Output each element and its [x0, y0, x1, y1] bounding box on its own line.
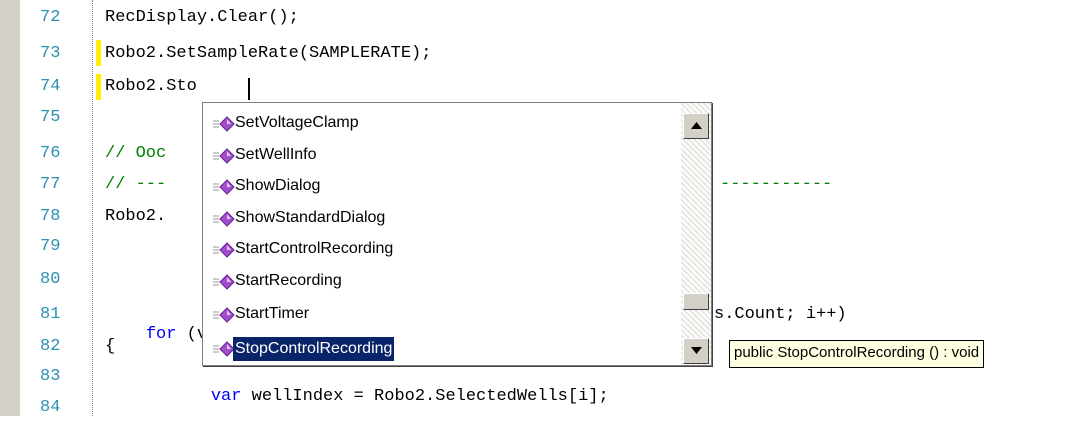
- change-marker: [96, 40, 101, 66]
- completion-item[interactable]: SetWellInfo: [209, 143, 679, 169]
- keyword-var: var: [210, 387, 242, 406]
- popup-scrollbar[interactable]: [681, 103, 711, 365]
- code-line-78[interactable]: Robo2.: [105, 207, 166, 227]
- method-icon: [213, 179, 235, 195]
- code-line-82[interactable]: {: [105, 337, 115, 357]
- method-icon: [213, 307, 235, 323]
- line-number: 72: [40, 8, 61, 27]
- signature-tooltip: public StopControlRecording () : void: [729, 340, 985, 368]
- completion-label: SetWellInfo: [235, 146, 317, 163]
- completion-label: ShowStandardDialog: [235, 209, 386, 226]
- editor-margin: [0, 0, 20, 416]
- method-icon: [213, 341, 235, 357]
- change-marker: [96, 74, 101, 100]
- line-number: 76: [40, 144, 61, 163]
- line-number: 84: [40, 398, 61, 417]
- text-caret: [248, 78, 250, 100]
- intellisense-popup[interactable]: SetVoltageClamp SetWellInfo ShowDialog S…: [202, 102, 712, 366]
- line-number: 75: [40, 108, 61, 127]
- method-icon: [213, 148, 235, 164]
- code-line-83[interactable]: var wellIndex = Robo2.SelectedWells[i];: [170, 367, 609, 427]
- completion-item[interactable]: ShowDialog: [209, 174, 679, 200]
- completion-label: SetVoltageClamp: [235, 114, 359, 131]
- code-line-81[interactable]: for (v: [105, 305, 207, 365]
- code-line-73[interactable]: Robo2.SetSampleRate(SAMPLERATE);: [105, 44, 431, 64]
- completion-item-selected[interactable]: StopControlRecording: [209, 336, 679, 362]
- completion-item[interactable]: SetVoltageClamp: [209, 111, 679, 137]
- code-line-77-end[interactable]: -----------: [720, 175, 832, 195]
- completion-label: ShowDialog: [235, 177, 321, 194]
- line-number: 81: [40, 305, 61, 324]
- gutter-separator: [92, 0, 93, 416]
- line-number: 83: [40, 367, 61, 386]
- completion-item[interactable]: StartControlRecording: [209, 237, 679, 263]
- scroll-up-button[interactable]: [683, 113, 709, 139]
- line-number: 82: [40, 337, 61, 356]
- completion-item[interactable]: StartTimer: [209, 302, 679, 328]
- line-number: 80: [40, 270, 61, 289]
- completion-label: StartTimer: [235, 305, 310, 322]
- completion-label: StartControlRecording: [235, 240, 394, 257]
- line-number: 78: [40, 207, 61, 226]
- code-line-81-end[interactable]: s.Count; i++): [714, 305, 847, 325]
- completion-item[interactable]: StartRecording: [209, 269, 679, 295]
- code-line-76[interactable]: // Ooc: [105, 144, 166, 164]
- scroll-thumb[interactable]: [683, 293, 709, 310]
- code-line-77-start[interactable]: // ---: [105, 175, 166, 195]
- completion-item[interactable]: ShowStandardDialog: [209, 206, 679, 232]
- code-line-72[interactable]: RecDisplay.Clear();: [105, 8, 299, 28]
- code-fragment: wellIndex = Robo2.SelectedWells[i];: [241, 387, 609, 406]
- line-number: 79: [40, 237, 61, 256]
- line-number: 74: [40, 77, 61, 96]
- arrow-down-icon: [691, 347, 702, 354]
- line-number: 77: [40, 175, 61, 194]
- method-icon: [213, 274, 235, 290]
- line-number: 73: [40, 44, 61, 63]
- keyword-for: for: [145, 325, 177, 344]
- method-icon: [213, 211, 235, 227]
- code-line-74[interactable]: Robo2.Sto: [105, 77, 197, 97]
- method-icon: [213, 242, 235, 258]
- scroll-down-button[interactable]: [683, 338, 709, 364]
- method-icon: [213, 116, 235, 132]
- arrow-up-icon: [691, 122, 702, 129]
- completion-label: StopControlRecording: [233, 337, 395, 361]
- completion-label: StartRecording: [235, 272, 342, 289]
